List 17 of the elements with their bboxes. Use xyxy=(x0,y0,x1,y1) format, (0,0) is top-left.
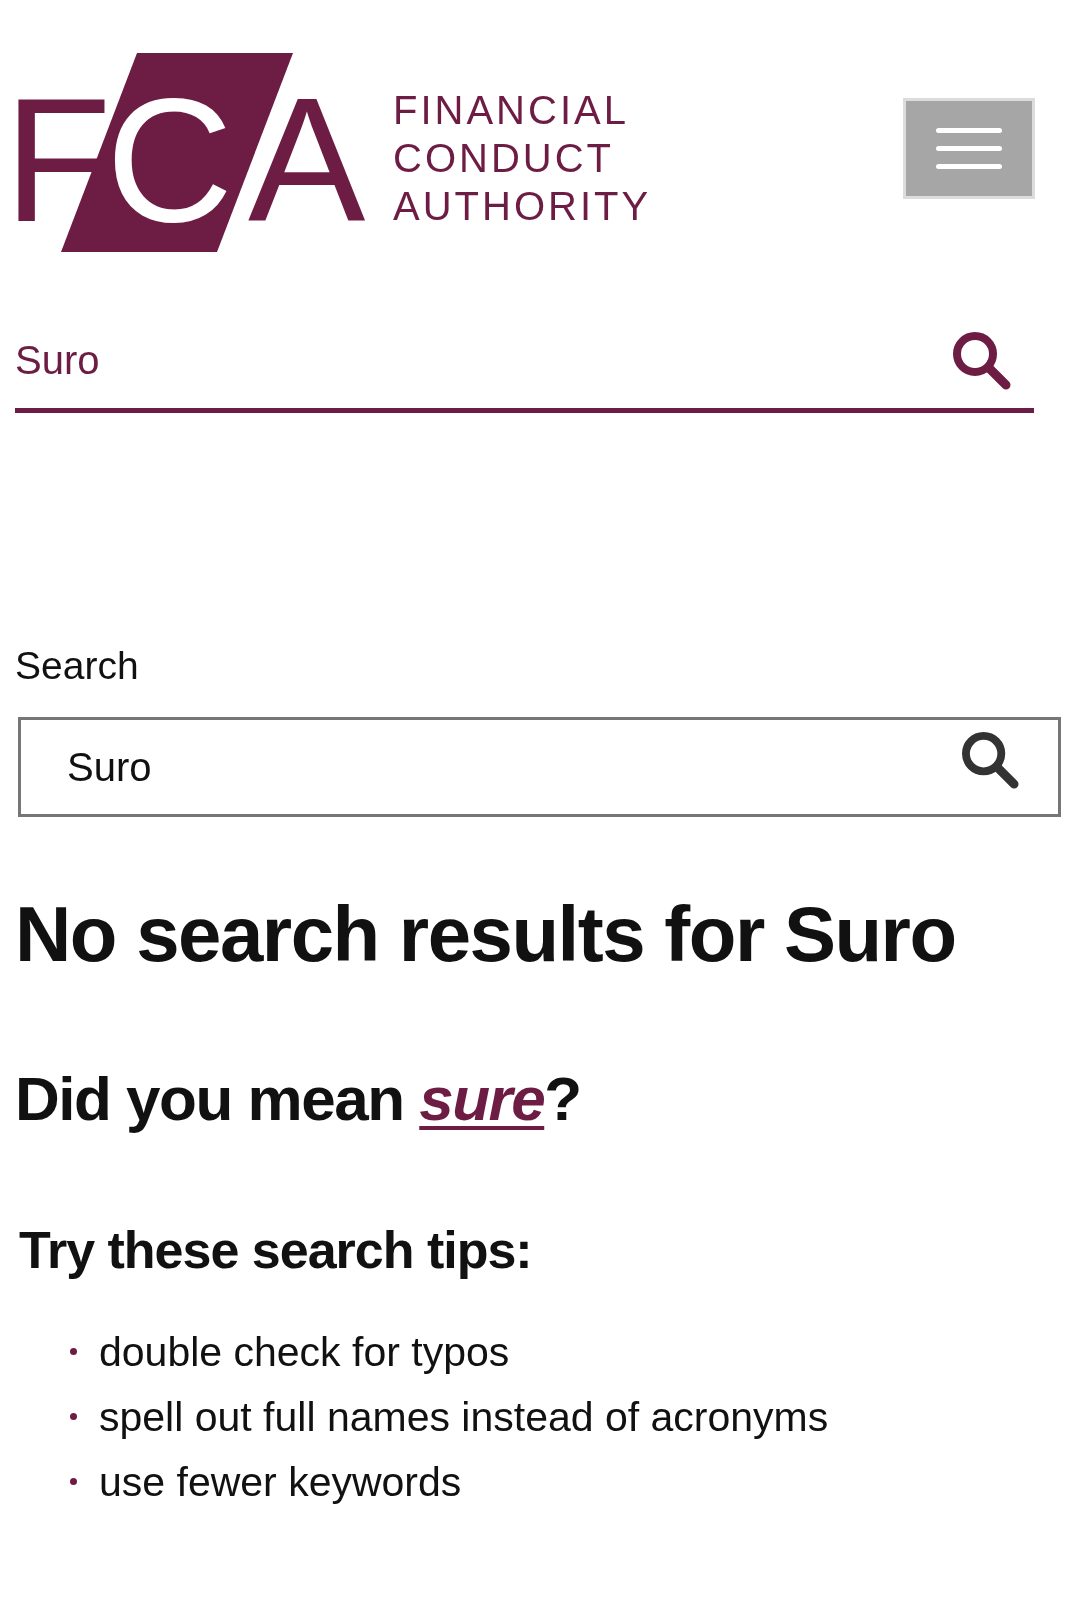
search-icon[interactable] xyxy=(961,731,1020,790)
tip-text: use fewer keywords xyxy=(99,1458,462,1507)
tip-text: spell out full names instead of acronyms xyxy=(99,1393,829,1442)
search-input[interactable]: Suro xyxy=(18,717,1061,817)
bullet-icon xyxy=(70,1413,77,1420)
bullet-icon xyxy=(70,1478,77,1485)
results-heading: No search results for Suro xyxy=(15,889,956,980)
site-search-field[interactable]: Suro xyxy=(15,331,1034,413)
logo-text[interactable]: FINANCIAL CONDUCT AUTHORITY xyxy=(393,86,652,230)
tip-text: double check for typos xyxy=(99,1328,510,1377)
search-label: Search xyxy=(15,643,139,689)
suggestion-text: Did you mean sure? xyxy=(15,1063,581,1135)
search-icon[interactable] xyxy=(952,331,1012,391)
bullet-icon xyxy=(70,1348,77,1355)
suggestion-link[interactable]: sure xyxy=(419,1064,545,1133)
menu-icon xyxy=(936,128,1002,169)
tips-heading: Try these search tips: xyxy=(19,1220,532,1281)
